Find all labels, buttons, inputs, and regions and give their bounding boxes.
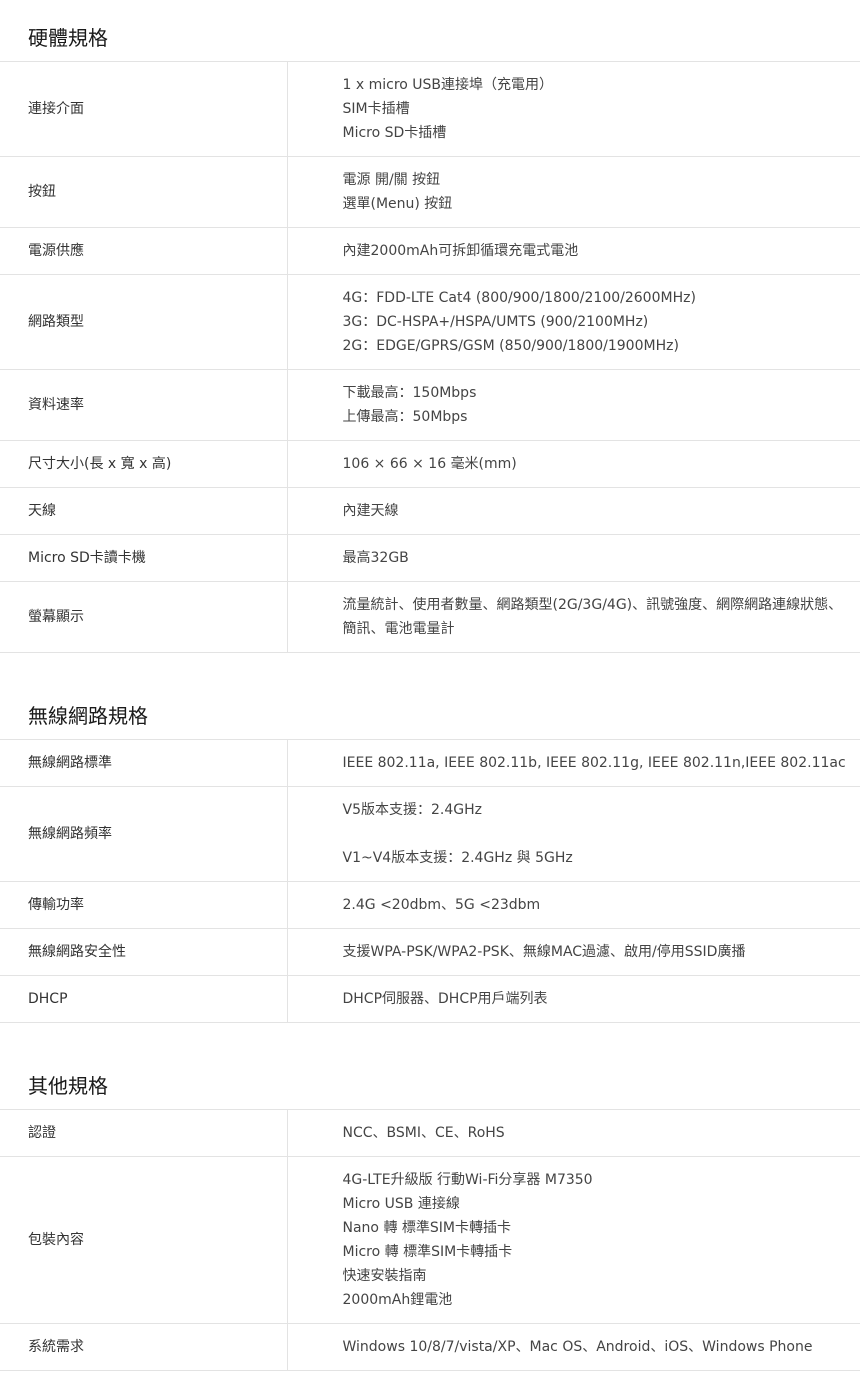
table-row: 資料速率 下載最高：150Mbps 上傳最高：50Mbps	[0, 369, 860, 441]
spec-value-line: IEEE 802.11a, IEEE 802.11b, IEEE 802.11g…	[342, 755, 846, 771]
spec-label: 包裝內容	[0, 1156, 288, 1324]
spec-label: 認證	[0, 1110, 288, 1157]
spec-value: 電源 開/關 按鈕 選單(Menu) 按鈕	[287, 156, 860, 228]
table-row: 網路類型 4G：FDD-LTE Cat4 (800/900/1800/2100/…	[0, 274, 860, 370]
spec-value-line: 106 × 66 × 16 毫米(mm)	[342, 456, 517, 472]
spec-value-line: 內建2000mAh可拆卸循環充電式電池	[342, 243, 579, 259]
spec-value: DHCP伺服器、DHCP用戶端列表	[287, 975, 860, 1023]
spec-value-line: 支援WPA-PSK/WPA2-PSK、無線MAC過濾、啟用/停用SSID廣播	[342, 944, 746, 960]
spec-value: 4G-LTE升級版 行動Wi-Fi分享器 M7350 Micro USB 連接線…	[287, 1156, 860, 1324]
spec-value-line: Micro SD卡插槽	[342, 125, 447, 141]
section-title-wireless: 無線網路規格	[0, 653, 860, 740]
spec-label: 無線網路標準	[0, 740, 288, 787]
spec-value: NCC、BSMI、CE、RoHS	[287, 1110, 860, 1157]
spec-value-line: 最高32GB	[342, 550, 409, 566]
line-spacer	[343, 822, 855, 846]
spec-value-line: 流量統計、使用者數量、網路類型(2G/3G/4G)、訊號強度、網際網路連線狀態、…	[342, 597, 843, 637]
spec-label: 連接介面	[0, 62, 288, 157]
table-row: Micro SD卡讀卡機 最高32GB	[0, 534, 860, 582]
hardware-specs-table: 連接介面 1 x micro USB連接埠（充電用） SIM卡插槽 Micro …	[0, 62, 860, 653]
table-row: 無線網路安全性 支援WPA-PSK/WPA2-PSK、無線MAC過濾、啟用/停用…	[0, 928, 860, 976]
spec-label: DHCP	[0, 975, 288, 1023]
wireless-specs-section: 無線網路規格 無線網路標準 IEEE 802.11a, IEEE 802.11b…	[0, 653, 860, 1023]
spec-value-line: 4G：FDD-LTE Cat4 (800/900/1800/2100/2600M…	[342, 290, 696, 306]
spec-value-line: Micro 轉 標準SIM卡轉插卡	[342, 1244, 513, 1260]
spec-value-line: Windows 10/8/7/vista/XP、Mac OS、Android、i…	[342, 1339, 813, 1355]
spec-label: 系統需求	[0, 1323, 288, 1371]
spec-value: 支援WPA-PSK/WPA2-PSK、無線MAC過濾、啟用/停用SSID廣播	[287, 928, 860, 976]
table-row: 無線網路標準 IEEE 802.11a, IEEE 802.11b, IEEE …	[0, 740, 860, 787]
spec-value-line: 2.4G <20dbm、5G <23dbm	[342, 897, 541, 913]
spec-label: 天線	[0, 487, 288, 535]
other-specs-table: 認證 NCC、BSMI、CE、RoHS 包裝內容 4G-LTE升級版 行動Wi-…	[0, 1110, 860, 1371]
wireless-specs-table: 無線網路標準 IEEE 802.11a, IEEE 802.11b, IEEE …	[0, 740, 860, 1023]
spec-value-line: 內建天線	[342, 503, 399, 519]
spec-value-line: 電源 開/關 按鈕	[342, 172, 441, 188]
hardware-specs-section: 硬體規格 連接介面 1 x micro USB連接埠（充電用） SIM卡插槽 M…	[0, 0, 860, 653]
spec-value-line: 選單(Menu) 按鈕	[342, 196, 453, 212]
section-title-other: 其他規格	[0, 1023, 860, 1110]
spec-label: 螢幕顯示	[0, 581, 288, 653]
table-row: 按鈕 電源 開/關 按鈕 選單(Menu) 按鈕	[0, 156, 860, 228]
spec-value-line: 2000mAh鋰電池	[342, 1292, 453, 1308]
table-row: 包裝內容 4G-LTE升級版 行動Wi-Fi分享器 M7350 Micro US…	[0, 1156, 860, 1324]
spec-value-line: 1 x micro USB連接埠（充電用）	[342, 77, 554, 93]
spec-value-line: 2G：EDGE/GPRS/GSM (850/900/1800/1900MHz)	[342, 338, 679, 354]
spec-value-line: 上傳最高：50Mbps	[342, 409, 468, 425]
spec-label: Micro SD卡讀卡機	[0, 534, 288, 582]
spec-value: 2.4G <20dbm、5G <23dbm	[287, 881, 860, 929]
spec-label: 資料速率	[0, 369, 288, 441]
spec-label: 傳輸功率	[0, 881, 288, 929]
table-row: 連接介面 1 x micro USB連接埠（充電用） SIM卡插槽 Micro …	[0, 62, 860, 157]
spec-value-line: NCC、BSMI、CE、RoHS	[342, 1125, 505, 1141]
spec-value-line: V5版本支援：2.4GHz	[342, 802, 482, 818]
spec-value-line: 快速安裝指南	[342, 1268, 427, 1284]
table-row: 天線 內建天線	[0, 487, 860, 535]
spec-label: 無線網路安全性	[0, 928, 288, 976]
spec-value: Windows 10/8/7/vista/XP、Mac OS、Android、i…	[287, 1323, 860, 1371]
table-row: 無線網路頻率 V5版本支援：2.4GHz V1~V4版本支援：2.4GHz 與 …	[0, 786, 860, 882]
spec-value-line: 4G-LTE升級版 行動Wi-Fi分享器 M7350	[342, 1172, 593, 1188]
spec-value: 內建天線	[287, 487, 860, 535]
table-row: 認證 NCC、BSMI、CE、RoHS	[0, 1110, 860, 1157]
spec-value-line: DHCP伺服器、DHCP用戶端列表	[342, 991, 548, 1007]
table-row: 尺寸大小(長 x 寬 x 高) 106 × 66 × 16 毫米(mm)	[0, 440, 860, 488]
spec-value: 1 x micro USB連接埠（充電用） SIM卡插槽 Micro SD卡插槽	[287, 62, 860, 157]
spec-label: 電源供應	[0, 227, 288, 275]
spec-label: 按鈕	[0, 156, 288, 228]
spec-value: 最高32GB	[287, 534, 860, 582]
spec-value: V5版本支援：2.4GHz V1~V4版本支援：2.4GHz 與 5GHz	[287, 786, 860, 882]
spec-value-line: 3G：DC-HSPA+/HSPA/UMTS (900/2100MHz)	[342, 314, 649, 330]
spec-value-line: 下載最高：150Mbps	[342, 385, 477, 401]
spec-value: 106 × 66 × 16 毫米(mm)	[287, 440, 860, 488]
spec-label: 尺寸大小(長 x 寬 x 高)	[0, 440, 288, 488]
spec-value-line: SIM卡插槽	[342, 101, 410, 117]
table-row: 螢幕顯示 流量統計、使用者數量、網路類型(2G/3G/4G)、訊號強度、網際網路…	[0, 581, 860, 653]
section-title-hardware: 硬體規格	[0, 0, 860, 62]
spec-value-line: Micro USB 連接線	[342, 1196, 460, 1212]
spec-label: 網路類型	[0, 274, 288, 370]
spec-value-line: Nano 轉 標準SIM卡轉插卡	[342, 1220, 512, 1236]
spec-value: IEEE 802.11a, IEEE 802.11b, IEEE 802.11g…	[287, 740, 860, 787]
spec-value: 內建2000mAh可拆卸循環充電式電池	[287, 227, 860, 275]
table-row: 系統需求 Windows 10/8/7/vista/XP、Mac OS、Andr…	[0, 1323, 860, 1371]
spec-label: 無線網路頻率	[0, 786, 288, 882]
spec-value: 4G：FDD-LTE Cat4 (800/900/1800/2100/2600M…	[287, 274, 860, 370]
table-row: 電源供應 內建2000mAh可拆卸循環充電式電池	[0, 227, 860, 275]
other-specs-section: 其他規格 認證 NCC、BSMI、CE、RoHS 包裝內容 4G-LTE升級版 …	[0, 1023, 860, 1371]
spec-value: 下載最高：150Mbps 上傳最高：50Mbps	[287, 369, 860, 441]
spec-value: 流量統計、使用者數量、網路類型(2G/3G/4G)、訊號強度、網際網路連線狀態、…	[287, 581, 860, 653]
table-row: 傳輸功率 2.4G <20dbm、5G <23dbm	[0, 881, 860, 929]
spec-value-line: V1~V4版本支援：2.4GHz 與 5GHz	[342, 850, 573, 866]
table-row: DHCP DHCP伺服器、DHCP用戶端列表	[0, 975, 860, 1023]
